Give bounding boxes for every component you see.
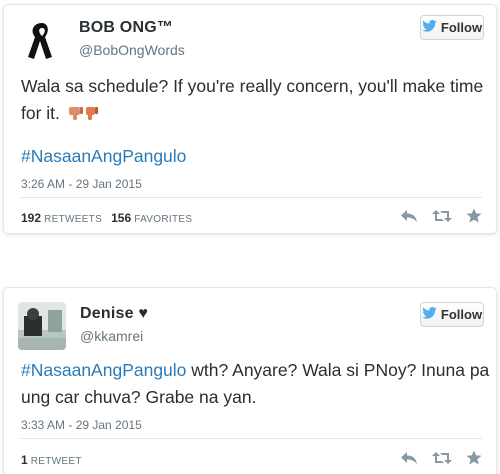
tweet-card: Denise ♥ @kkamrei Follow #NasaanAngPangu… <box>3 287 497 474</box>
favorite-icon[interactable] <box>466 450 482 465</box>
divider <box>20 438 482 439</box>
user-handle[interactable]: @BobOngWords <box>79 42 185 58</box>
timestamp[interactable]: 3:26 AM - 29 Jan 2015 <box>21 177 142 191</box>
tweet-card: BOB ONG™ @BobOngWords Follow Wala sa sch… <box>3 4 497 234</box>
retweet-count[interactable]: 192 <box>21 211 41 225</box>
emoji-group <box>68 102 99 129</box>
thumbs-down-icon <box>68 102 84 129</box>
retweet-label[interactable]: RETWEETS <box>44 214 102 225</box>
tweet-text: #NasaanAngPangulo wth? Anyare? Wala si P… <box>21 357 491 411</box>
avatar[interactable] <box>18 302 66 350</box>
user-handle[interactable]: @kkamrei <box>80 328 143 344</box>
retweet-label[interactable]: RETWEET <box>31 456 82 467</box>
favorite-label[interactable]: FAVORITES <box>134 214 192 225</box>
follow-button[interactable]: Follow <box>420 302 484 327</box>
retweet-icon[interactable] <box>432 451 452 465</box>
user-name[interactable]: Denise ♥ <box>80 305 148 323</box>
hashtag-link[interactable]: #NasaanAngPangulo <box>21 360 186 380</box>
tweet-actions <box>400 450 482 465</box>
tweet-stats: 192 RETWEETS 156 FAVORITES <box>21 211 198 225</box>
user-name[interactable]: BOB ONG™ <box>79 19 173 37</box>
avatar[interactable] <box>19 17 66 64</box>
divider <box>20 197 482 198</box>
favorite-count[interactable]: 156 <box>111 211 131 225</box>
retweet-icon[interactable] <box>432 209 452 223</box>
timestamp[interactable]: 3:33 AM - 29 Jan 2015 <box>21 418 142 432</box>
tweet-text: Wala sa schedule? If you're really conce… <box>21 73 491 129</box>
follow-button[interactable]: Follow <box>420 15 484 40</box>
bird-icon <box>422 19 437 35</box>
reply-icon[interactable] <box>400 451 418 465</box>
tweet-stats: 1 RETWEET <box>21 453 88 467</box>
hashtag-link[interactable]: #NasaanAngPangulo <box>21 146 186 167</box>
follow-label: Follow <box>440 307 483 322</box>
follow-label: Follow <box>440 20 483 35</box>
bird-icon <box>422 306 437 322</box>
reply-icon[interactable] <box>400 209 418 223</box>
thumbs-down-icon <box>85 102 99 129</box>
retweet-count[interactable]: 1 <box>21 453 28 467</box>
favorite-icon[interactable] <box>466 208 482 223</box>
tweet-actions <box>400 208 482 223</box>
